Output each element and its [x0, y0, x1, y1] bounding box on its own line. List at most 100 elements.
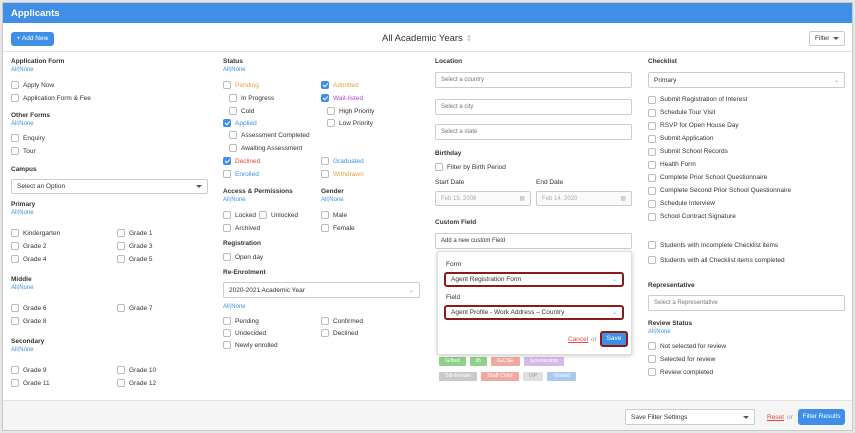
checkbox-box[interactable]	[229, 107, 237, 115]
checkbox-archived[interactable]: Archived	[223, 224, 260, 232]
field-select[interactable]: Agent Profile - Work Address – Country ⌄	[444, 305, 624, 320]
checkbox-low-priority[interactable]: Low Priority	[327, 119, 373, 127]
city-input[interactable]: Select a city	[435, 99, 632, 115]
checkbox-complete-checklist[interactable]: Students with all Checklist items comple…	[648, 256, 785, 264]
checkbox-box[interactable]	[327, 119, 335, 127]
checkbox-box[interactable]	[648, 342, 656, 350]
checkbox-box[interactable]	[223, 119, 231, 127]
filter-results-button[interactable]: Filter Results	[798, 409, 845, 425]
checklist-item[interactable]: Complete Prior School Questionnaire	[648, 171, 791, 184]
checkbox-in-progress[interactable]: In Progress	[229, 94, 274, 102]
checkbox-assessment-completed[interactable]: Assessment Completed	[229, 131, 310, 139]
tag-ib[interactable]: IB	[469, 357, 487, 366]
tag-igcse[interactable]: iGCSE	[490, 357, 520, 366]
checkbox-box[interactable]	[11, 379, 19, 387]
all-link[interactable]: All	[11, 210, 18, 216]
checkbox-grade-12[interactable]: Grade 12	[117, 379, 156, 387]
form-select[interactable]: Agent Registration Form ⌄	[444, 272, 624, 287]
checkbox-box[interactable]	[223, 317, 231, 325]
checkbox-graduated[interactable]: Graduated	[321, 157, 364, 165]
checkbox-awaiting-assessment[interactable]: Awaiting Assessment	[229, 144, 302, 152]
checkbox-box[interactable]	[11, 134, 19, 142]
save-button[interactable]: Save	[600, 331, 628, 347]
checkbox-not-selected-review[interactable]: Not selected for review	[648, 342, 726, 350]
checkbox-box[interactable]	[223, 253, 231, 261]
checklist-item[interactable]: School Contract Signature	[648, 210, 791, 223]
academic-year-selector[interactable]: All Academic Years ⇕	[382, 33, 472, 44]
checkbox-enquiry[interactable]: Enquiry	[11, 134, 45, 142]
checkbox-reenrol-undecided[interactable]: Undecided	[223, 329, 266, 337]
all-link[interactable]: All	[648, 329, 655, 335]
checkbox-grade-2[interactable]: Grade 2	[11, 242, 47, 250]
checkbox-box[interactable]	[648, 355, 656, 363]
checkbox-box[interactable]	[648, 256, 656, 264]
re-enrolment-year-select[interactable]: 2020-2021 Academic Year ⌄	[223, 282, 420, 298]
checklist-select[interactable]: Primary ⌄	[648, 72, 845, 88]
checkbox-box[interactable]	[327, 107, 335, 115]
checkbox-grade-3[interactable]: Grade 3	[117, 242, 153, 250]
checklist-item[interactable]: Schedule Interview	[648, 197, 791, 210]
none-link[interactable]: None	[19, 121, 33, 127]
checkbox-box[interactable]	[648, 241, 656, 249]
checkbox-box[interactable]	[223, 170, 231, 178]
reset-link[interactable]: Reset	[767, 414, 784, 421]
checkbox-applied[interactable]: Applied	[223, 119, 257, 127]
none-link[interactable]: None	[231, 67, 245, 73]
checkbox-box[interactable]	[648, 199, 656, 208]
none-link[interactable]: None	[19, 285, 33, 291]
checkbox-incomplete-checklist[interactable]: Students with Incomplete Checklist items	[648, 241, 778, 249]
checkbox-unlocked[interactable]: Unlocked	[259, 211, 298, 219]
checkbox-box[interactable]	[321, 329, 329, 337]
none-link[interactable]: None	[19, 347, 33, 353]
campus-select[interactable]: Select an Option	[11, 179, 208, 194]
checkbox-box[interactable]	[11, 317, 19, 325]
checkbox-application-form-fee[interactable]: Application Form & Fee	[11, 94, 91, 102]
filter-button[interactable]: Filter	[809, 31, 845, 46]
all-link[interactable]: All	[321, 197, 328, 203]
checklist-item[interactable]: RSVP for Open House Day	[648, 119, 791, 132]
checkbox-box[interactable]	[117, 366, 125, 374]
checkbox-admitted[interactable]: Admitted	[321, 81, 359, 89]
checkbox-box[interactable]	[321, 211, 329, 219]
checkbox-selected-review[interactable]: Selected for review	[648, 355, 715, 363]
all-link[interactable]: All	[11, 347, 18, 353]
checkbox-box[interactable]	[223, 211, 231, 219]
checkbox-box[interactable]	[11, 366, 19, 374]
checkbox-apply-now[interactable]: Apply Now	[11, 81, 54, 89]
checkbox-box[interactable]	[321, 170, 329, 178]
checkbox-grade-11[interactable]: Grade 11	[11, 379, 50, 387]
checkbox-box[interactable]	[648, 121, 656, 130]
checkbox-box[interactable]	[435, 163, 443, 171]
all-link[interactable]: All	[11, 67, 18, 73]
none-link[interactable]: None	[231, 197, 245, 203]
checkbox-box[interactable]	[648, 160, 656, 169]
checkbox-box[interactable]	[321, 157, 329, 165]
checkbox-male[interactable]: Male	[321, 211, 347, 219]
country-input[interactable]: Select a country	[435, 72, 632, 88]
checkbox-box[interactable]	[117, 304, 125, 312]
tag-staff-child[interactable]: Staff Child	[481, 372, 519, 381]
checkbox-grade-6[interactable]: Grade 6	[11, 304, 47, 312]
checkbox-grade-5[interactable]: Grade 5	[117, 255, 153, 263]
representative-input[interactable]: Select a Representative	[648, 295, 845, 311]
none-link[interactable]: None	[329, 197, 343, 203]
checkbox-high-priority[interactable]: High Priority	[327, 107, 374, 115]
none-link[interactable]: None	[19, 67, 33, 73]
state-input[interactable]: Select a state	[435, 124, 632, 140]
checkbox-open-day[interactable]: Open day	[223, 253, 263, 261]
checkbox-grade-8[interactable]: Grade 8	[11, 317, 47, 325]
checkbox-box[interactable]	[321, 224, 329, 232]
all-link[interactable]: All	[223, 197, 230, 203]
end-date-input[interactable]: Feb 14, 2020 ▦	[536, 191, 632, 206]
checkbox-box[interactable]	[117, 229, 125, 237]
checkbox-box[interactable]	[229, 144, 237, 152]
checkbox-box[interactable]	[11, 304, 19, 312]
checkbox-box[interactable]	[223, 341, 231, 349]
all-link[interactable]: All	[223, 304, 230, 310]
checkbox-box[interactable]	[229, 94, 237, 102]
checkbox-box[interactable]	[321, 94, 329, 102]
checkbox-wait-listed[interactable]: Wait-listed	[321, 94, 363, 102]
checkbox-box[interactable]	[229, 131, 237, 139]
checkbox-locked[interactable]: Locked	[223, 211, 256, 219]
checkbox-enrolled[interactable]: Enrolled	[223, 170, 259, 178]
